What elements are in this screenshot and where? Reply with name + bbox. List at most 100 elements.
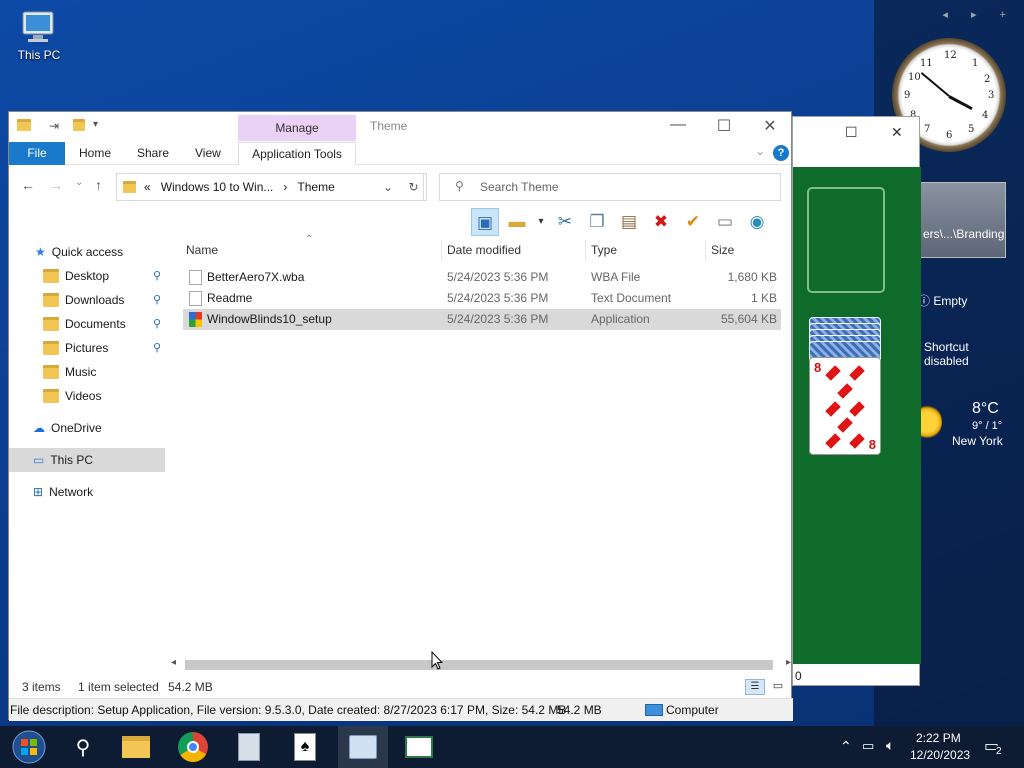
close-icon[interactable]: ✕ <box>891 124 903 141</box>
taskbar-search-button[interactable]: ⚲ <box>58 726 108 768</box>
up-button[interactable]: ↑ <box>95 177 102 193</box>
forward-button[interactable]: → <box>49 177 63 193</box>
file-row[interactable]: Readme 5/24/2023 5:36 PM Text Document 1… <box>183 288 781 309</box>
column-date[interactable]: Date modified <box>447 243 521 257</box>
breadcrumb-item[interactable]: Theme <box>297 180 334 194</box>
tab-application-tools[interactable]: Application Tools <box>238 142 356 165</box>
horizontal-scrollbar[interactable]: ◂ ▸ <box>169 657 791 672</box>
desktop-icon-this-pc[interactable]: This PC <box>10 10 68 62</box>
search-input[interactable]: Search Theme <box>439 173 781 201</box>
nav-this-pc[interactable]: ▭ This PC <box>9 448 165 472</box>
close-icon[interactable]: ✕ <box>747 116 793 136</box>
tab-home[interactable]: Home <box>69 142 121 165</box>
recycle-gadget[interactable]: ⓘ Empty <box>918 292 967 309</box>
solitaire-window[interactable]: ☐ ✕ 8 8 0 <box>792 116 921 686</box>
cut-icon[interactable]: ✂ <box>551 208 579 236</box>
column-divider[interactable] <box>705 240 706 260</box>
nav-videos[interactable]: Videos <box>9 384 165 408</box>
slideshow-gadget[interactable]: ers\...\Branding <box>920 182 1006 258</box>
nav-pictures[interactable]: Pictures ⚲ <box>9 336 165 360</box>
scroll-right-icon[interactable]: ▸ <box>786 657 791 668</box>
nav-downloads[interactable]: Downloads ⚲ <box>9 288 165 312</box>
large-icons-view-icon[interactable]: ▭ <box>769 679 787 695</box>
shortcut-gadget[interactable]: Shortcut disabled <box>924 340 969 368</box>
shortcut-line2: disabled <box>924 354 969 368</box>
tab-file[interactable]: File <box>9 142 65 165</box>
breadcrumb-item[interactable]: Windows 10 to Win... <box>161 180 274 194</box>
solitaire-titlebar[interactable]: ☐ ✕ <box>793 117 919 149</box>
taskbar-solitaire[interactable]: ♠ <box>280 726 330 768</box>
explorer-titlebar[interactable]: ⇥ ▾ Manage Theme — ☐ ✕ <box>9 112 791 142</box>
taskbar-calculator[interactable] <box>224 726 274 768</box>
volume-muted-icon[interactable]: 🔈︎ <box>886 737 894 754</box>
chevron-up-icon[interactable]: ⌃ <box>840 738 852 755</box>
taskbar-file-explorer[interactable] <box>111 726 161 768</box>
clock-time[interactable]: 2:22 PM <box>916 731 961 745</box>
nav-network[interactable]: ⊞ Network <box>9 480 165 504</box>
recent-dropdown-icon[interactable]: ⌄ <box>75 177 83 188</box>
weather-temp: 8°C <box>972 400 999 417</box>
clock-number: 5 <box>968 124 975 135</box>
nav-onedrive[interactable]: ☁ OneDrive <box>9 416 165 440</box>
taskbar-app[interactable] <box>394 726 444 768</box>
details-view-icon[interactable]: ☰ <box>745 679 765 695</box>
clock-hour-hand <box>948 95 973 111</box>
copy-icon[interactable]: ❐ <box>583 208 611 236</box>
folder-options-icon[interactable]: ▬ <box>503 208 531 236</box>
nav-desktop[interactable]: Desktop ⚲ <box>9 264 165 288</box>
column-name[interactable]: Name <box>186 243 218 257</box>
tab-manage[interactable]: Manage <box>238 115 356 141</box>
pin-icon[interactable]: ⇥ <box>49 119 59 133</box>
address-box[interactable]: « Windows 10 to Win... › Theme ⌄ <box>116 173 424 201</box>
network-icon[interactable]: ▭ <box>862 738 874 754</box>
delete-icon[interactable]: ✖ <box>647 208 675 236</box>
tab-view[interactable]: View <box>185 142 231 165</box>
refresh-button[interactable]: ↻ <box>401 173 427 201</box>
column-divider[interactable] <box>441 240 442 260</box>
folder-icon <box>43 365 59 379</box>
clock-number: 1 <box>972 58 979 69</box>
help-icon[interactable]: ? <box>773 145 789 161</box>
minimize-icon[interactable]: — <box>655 116 701 134</box>
rename-icon[interactable]: ▭ <box>711 208 739 236</box>
computer-icon <box>645 704 663 716</box>
nav-quick-access[interactable]: ★ Quick access <box>9 240 165 264</box>
taskbar-chrome[interactable] <box>168 726 218 768</box>
column-divider[interactable] <box>585 240 586 260</box>
checkmark-icon[interactable]: ✔ <box>679 208 707 236</box>
file-date: 5/24/2023 5:36 PM <box>447 291 549 305</box>
dropdown-icon[interactable]: ▾ <box>535 208 547 236</box>
scrollbar-thumb[interactable] <box>185 660 773 670</box>
column-header: Name ⌃ Date modified Type Size <box>185 234 781 262</box>
file-row-selected[interactable]: WindowBlinds10_setup 5/24/2023 5:36 PM A… <box>183 309 781 330</box>
qa-dropdown-icon[interactable]: ▾ <box>93 119 98 130</box>
back-button[interactable]: ← <box>21 177 35 193</box>
tab-share[interactable]: Share <box>127 142 179 165</box>
pin-icon: ⚲ <box>152 270 161 282</box>
file-explorer-window[interactable]: ⇥ ▾ Manage Theme — ☐ ✕ File Home Share V… <box>8 111 793 721</box>
paste-icon[interactable]: ▤ <box>615 208 643 236</box>
maximize-icon[interactable]: ☐ <box>845 124 858 141</box>
taskbar-setup-app[interactable] <box>338 726 388 768</box>
chevron-down-icon[interactable]: ⌄ <box>383 180 393 194</box>
breadcrumb-sep[interactable]: › <box>283 180 287 194</box>
file-type: WBA File <box>591 270 641 284</box>
column-type[interactable]: Type <box>591 243 617 257</box>
nav-documents[interactable]: Documents ⚲ <box>9 312 165 336</box>
gadget-nav-arrows[interactable]: ◂ ▸ + <box>942 8 1016 21</box>
file-row[interactable]: BetterAero7X.wba 5/24/2023 5:36 PM WBA F… <box>183 267 781 288</box>
column-size[interactable]: Size <box>711 243 734 257</box>
breadcrumb-prefix[interactable]: « <box>144 180 151 194</box>
solitaire-felt: 8 8 <box>793 167 921 664</box>
maximize-icon[interactable]: ☐ <box>701 116 747 136</box>
new-folder-icon[interactable] <box>73 119 85 134</box>
chevron-down-icon[interactable]: ⌄ <box>755 144 765 158</box>
card-eight-of-diamonds[interactable]: 8 8 <box>809 357 881 455</box>
card-slot[interactable] <box>807 187 885 293</box>
preview-pane-icon[interactable]: ▣ <box>471 208 499 236</box>
nav-music[interactable]: Music <box>9 360 165 384</box>
network-icon[interactable]: ◉ <box>743 208 771 236</box>
scroll-left-icon[interactable]: ◂ <box>171 657 176 668</box>
clock-date[interactable]: 12/20/2023 <box>910 748 970 762</box>
start-button[interactable] <box>4 726 54 768</box>
